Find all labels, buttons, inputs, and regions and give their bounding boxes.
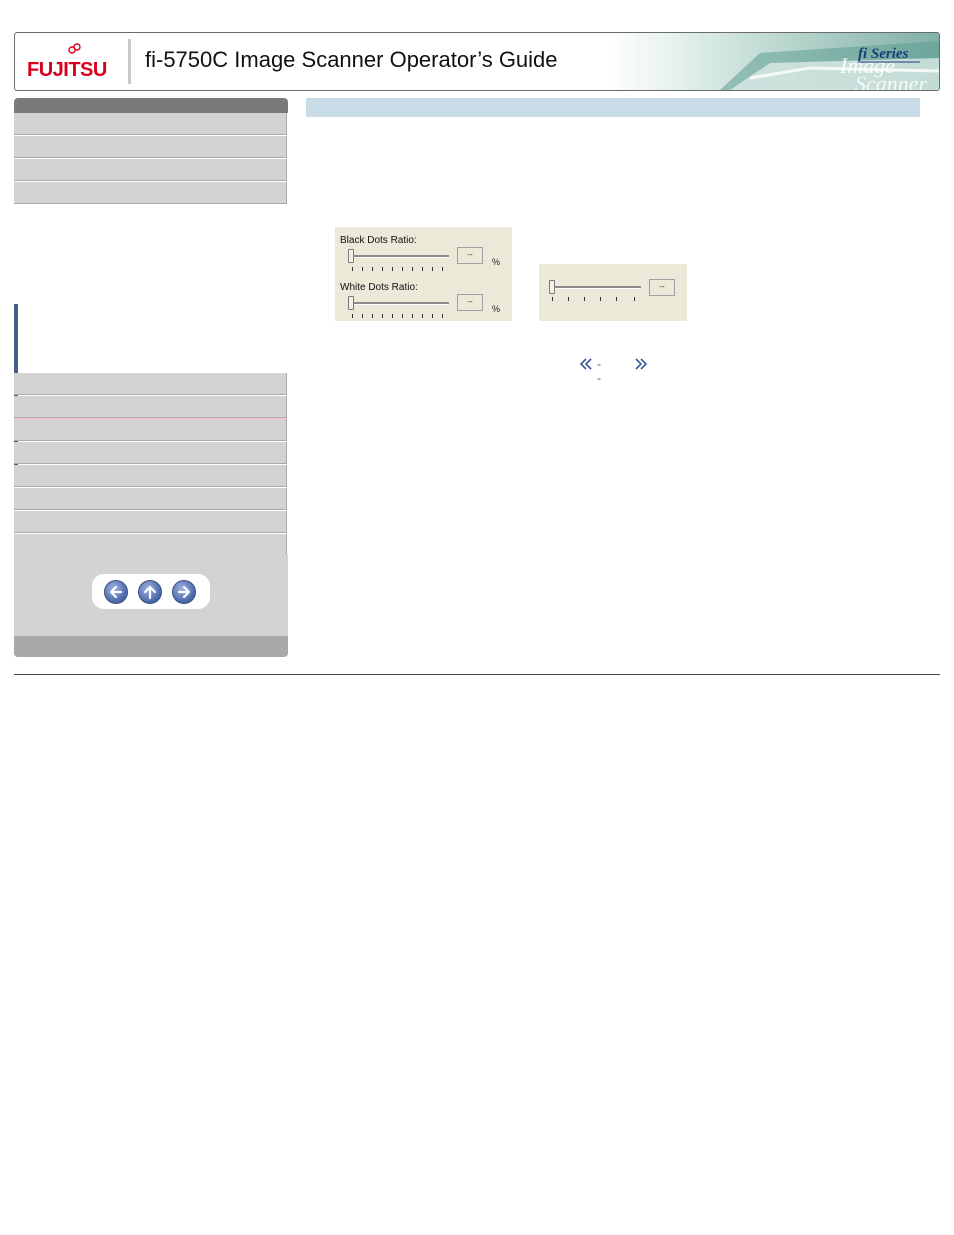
double-chevron-left-icon[interactable] — [578, 357, 594, 371]
double-chevron-right-icon[interactable] — [633, 357, 649, 371]
sidebar-item[interactable] — [14, 396, 287, 418]
white-dots-ticks — [352, 314, 448, 318]
sidebar — [14, 98, 288, 657]
slider-ticks — [552, 297, 642, 301]
sidebar-item[interactable] — [14, 511, 287, 533]
logo-text: FUJITSU — [27, 59, 107, 81]
white-dots-slider-track[interactable] — [350, 302, 449, 305]
sidebar-item[interactable] — [14, 159, 287, 181]
dots-ratio-panel: Black Dots Ratio: -- % White Dots Ratio:… — [335, 227, 512, 321]
sidebar-item[interactable] — [14, 488, 287, 510]
section-title-bar — [306, 98, 920, 117]
sidebar-item[interactable] — [14, 465, 287, 487]
white-dots-value[interactable]: -- — [457, 294, 483, 311]
guide-title: fi-5750C Image Scanner Operator’s Guide — [145, 47, 558, 72]
sidebar-item[interactable] — [14, 534, 287, 556]
page-nav-buttons — [92, 574, 210, 609]
black-dots-unit: % — [492, 257, 501, 267]
header-divider — [128, 39, 131, 84]
sidebar-bottom-strip — [14, 636, 288, 657]
slider-value[interactable]: -- — [649, 279, 675, 296]
slider-track[interactable] — [551, 286, 641, 289]
sidebar-item[interactable] — [14, 373, 287, 395]
scanner-banner-art: Image Scanner fi Series — [610, 33, 939, 90]
art-word-scanner: Scanner — [855, 71, 928, 90]
black-dots-slider-thumb[interactable] — [348, 249, 354, 263]
white-dots-label: White Dots Ratio: — [340, 282, 418, 293]
arrow-up-icon[interactable] — [138, 580, 162, 604]
sidebar-item[interactable] — [14, 113, 287, 135]
slider-thumb[interactable] — [549, 280, 555, 294]
black-dots-label: Black Dots Ratio: — [340, 235, 417, 246]
sidebar-top-bar — [14, 98, 288, 113]
pager-separator: - - — [597, 357, 601, 385]
sidebar-item[interactable] — [14, 182, 287, 204]
slider-panel: -- — [539, 264, 687, 321]
white-dots-unit: % — [492, 304, 501, 314]
sidebar-item[interactable] — [14, 136, 287, 158]
fujitsu-logo: FUJITSU — [27, 43, 117, 81]
arrow-right-icon[interactable] — [172, 580, 196, 604]
content-divider — [14, 674, 940, 675]
sidebar-item[interactable] — [14, 419, 287, 441]
logo-rings-icon — [68, 43, 81, 54]
sidebar-item[interactable] — [14, 442, 287, 464]
black-dots-slider-track[interactable] — [350, 255, 449, 258]
black-dots-value[interactable]: -- — [457, 247, 483, 264]
series-badge: fi Series — [858, 46, 909, 62]
black-dots-ticks — [352, 267, 448, 271]
white-dots-slider-thumb[interactable] — [348, 296, 354, 310]
arrow-left-icon[interactable] — [104, 580, 128, 604]
guide-header: FUJITSU fi-5750C Image Scanner Operator’… — [14, 32, 940, 91]
